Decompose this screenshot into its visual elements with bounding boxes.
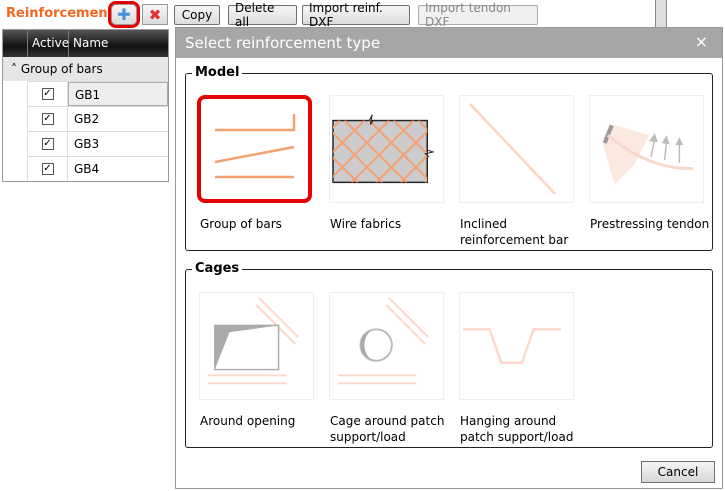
reinforcement-table: Active Name ˄ Group of bars ✓ GB1 ✓ GB2 ✓ G…: [2, 29, 169, 182]
add-button[interactable]: ✚: [108, 1, 140, 28]
collapse-icon[interactable]: ˄: [11, 62, 21, 76]
inclined-bar-icon: [468, 103, 557, 195]
model-group: Model Group of bars Wire fabrics Incline…: [185, 65, 713, 251]
col-header-blank: [3, 30, 28, 57]
copy-button[interactable]: Copy: [174, 5, 220, 25]
panel-title: Reinforcement: [6, 6, 114, 21]
delete-all-button[interactable]: Delete all: [228, 1, 297, 29]
red-x-icon: ✖: [148, 5, 162, 24]
wire-fabrics-tile[interactable]: [329, 95, 444, 203]
around-opening-icon: [207, 297, 299, 385]
cage-around-patch-icon: [337, 297, 429, 385]
hanging-around-patch-label: Hanging around patch support/load: [460, 414, 574, 444]
cage-around-patch-label: Cage around patch support/load: [330, 414, 445, 444]
active-checkbox[interactable]: ✓: [41, 138, 54, 150]
table-row[interactable]: ✓ GB2: [27, 106, 168, 131]
plus-icon: ✚: [117, 5, 131, 24]
cancel-button[interactable]: Cancel: [641, 461, 715, 483]
table-row[interactable]: ✓ GB4: [27, 156, 168, 181]
hanging-around-patch-icon: [463, 328, 562, 364]
col-header-active[interactable]: Active: [28, 30, 69, 57]
import-reinf-dxf-button[interactable]: Import reinf. DXF: [302, 1, 410, 29]
wire-fabrics-label: Wire fabrics: [330, 217, 402, 231]
table-row[interactable]: ✓ GB3: [27, 131, 168, 156]
inclined-bar-tile[interactable]: [459, 95, 574, 203]
table-row[interactable]: ✓ GB1: [27, 81, 168, 106]
delete-button[interactable]: ✖: [142, 4, 168, 25]
prestressing-tendon-tile[interactable]: [589, 95, 704, 203]
around-opening-label: Around opening: [200, 414, 296, 428]
active-checkbox[interactable]: ✓: [41, 113, 54, 125]
cage-around-patch-tile[interactable]: [329, 292, 444, 400]
wire-fabrics-icon: [332, 114, 435, 184]
active-checkbox[interactable]: ✓: [41, 88, 54, 100]
group-of-bars-tile[interactable]: [197, 95, 312, 203]
prestressing-tendon-label: Prestressing tendon: [590, 217, 710, 231]
cages-group: Cages Around opening Cage around patch s…: [185, 261, 713, 448]
group-of-bars-icon: [214, 114, 296, 179]
group-of-bars-label: Group of bars: [200, 217, 282, 231]
around-opening-tile[interactable]: [199, 292, 314, 400]
hanging-around-patch-tile[interactable]: [459, 292, 574, 400]
close-icon[interactable]: ×: [695, 32, 708, 51]
prestressing-tendon-icon: [601, 123, 694, 185]
scrollbar[interactable]: [655, 0, 667, 30]
group-row[interactable]: ˄ Group of bars: [3, 57, 168, 81]
inclined-bar-label: Inclined reinforcement bar: [460, 217, 569, 247]
col-header-name[interactable]: Name: [69, 30, 168, 57]
dialog-title-bar: Select reinforcement type ×: [176, 28, 722, 58]
import-tendon-dxf-button: Import tendon DXF: [418, 1, 538, 29]
active-checkbox[interactable]: ✓: [41, 163, 54, 175]
select-reinforcement-dialog: Select reinforcement type × Model Group o…: [175, 27, 723, 489]
